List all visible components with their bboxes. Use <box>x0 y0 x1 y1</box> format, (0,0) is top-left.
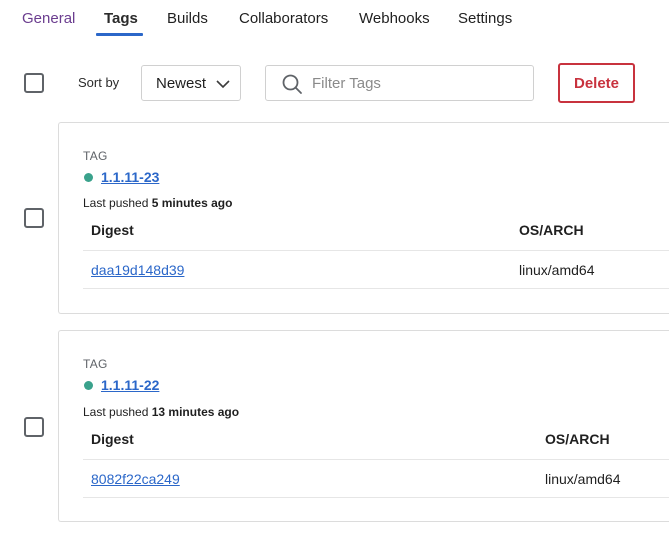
tab-general[interactable]: General <box>22 10 75 27</box>
table-header: Digest OS/ARCH <box>83 420 669 460</box>
tag-name-link[interactable]: 1.1.11-23 <box>101 169 159 185</box>
tab-bar: General Tags Builds Collaborators Webhoo… <box>0 0 669 40</box>
status-dot <box>84 381 93 390</box>
tab-collaborators[interactable]: Collaborators <box>239 10 328 27</box>
column-header-osarch: OS/ARCH <box>545 431 610 447</box>
tab-builds[interactable]: Builds <box>167 10 208 27</box>
chevron-down-icon <box>214 75 232 98</box>
tag-heading: TAG <box>83 357 108 371</box>
sort-label: Sort by <box>78 75 120 90</box>
last-pushed: Last pushed 13 minutes ago <box>83 405 240 419</box>
table-row: daa19d148d39 linux/amd64 <box>83 251 669 289</box>
search-icon <box>281 73 303 100</box>
tag-name-link[interactable]: 1.1.11-22 <box>101 377 159 393</box>
sort-select[interactable]: Newest <box>141 65 241 101</box>
tag-heading: TAG <box>83 149 108 163</box>
last-pushed-time: 13 minutes ago <box>151 405 240 419</box>
tag-row-checkbox[interactable] <box>24 417 44 437</box>
tab-webhooks[interactable]: Webhooks <box>359 10 430 27</box>
os-arch-value: linux/amd64 <box>545 471 621 487</box>
last-pushed: Last pushed 5 minutes ago <box>83 196 233 210</box>
tag-row-checkbox[interactable] <box>24 208 44 228</box>
filter-tags-field[interactable] <box>265 65 534 101</box>
filter-tags-input[interactable] <box>312 73 522 93</box>
tab-tags[interactable]: Tags <box>104 10 138 27</box>
tag-card: TAG 1.1.11-23 Last pushed 5 minutes ago … <box>58 122 669 314</box>
active-tab-indicator <box>96 33 143 36</box>
last-pushed-time: 5 minutes ago <box>151 196 233 210</box>
os-arch-value: linux/amd64 <box>519 262 595 278</box>
tab-settings[interactable]: Settings <box>458 10 512 27</box>
delete-button[interactable]: Delete <box>558 63 635 103</box>
select-all-checkbox[interactable] <box>24 73 44 93</box>
tag-card: TAG 1.1.11-22 Last pushed 13 minutes ago… <box>58 330 669 522</box>
digest-link[interactable]: daa19d148d39 <box>91 262 184 278</box>
column-header-digest: Digest <box>91 222 134 238</box>
column-header-digest: Digest <box>91 431 134 447</box>
table-header: Digest OS/ARCH <box>83 211 669 251</box>
digest-link[interactable]: 8082f22ca249 <box>91 471 180 487</box>
sort-selected-value: Newest <box>156 75 207 92</box>
status-dot <box>84 173 93 182</box>
column-header-osarch: OS/ARCH <box>519 222 584 238</box>
table-row: 8082f22ca249 linux/amd64 <box>83 460 669 498</box>
